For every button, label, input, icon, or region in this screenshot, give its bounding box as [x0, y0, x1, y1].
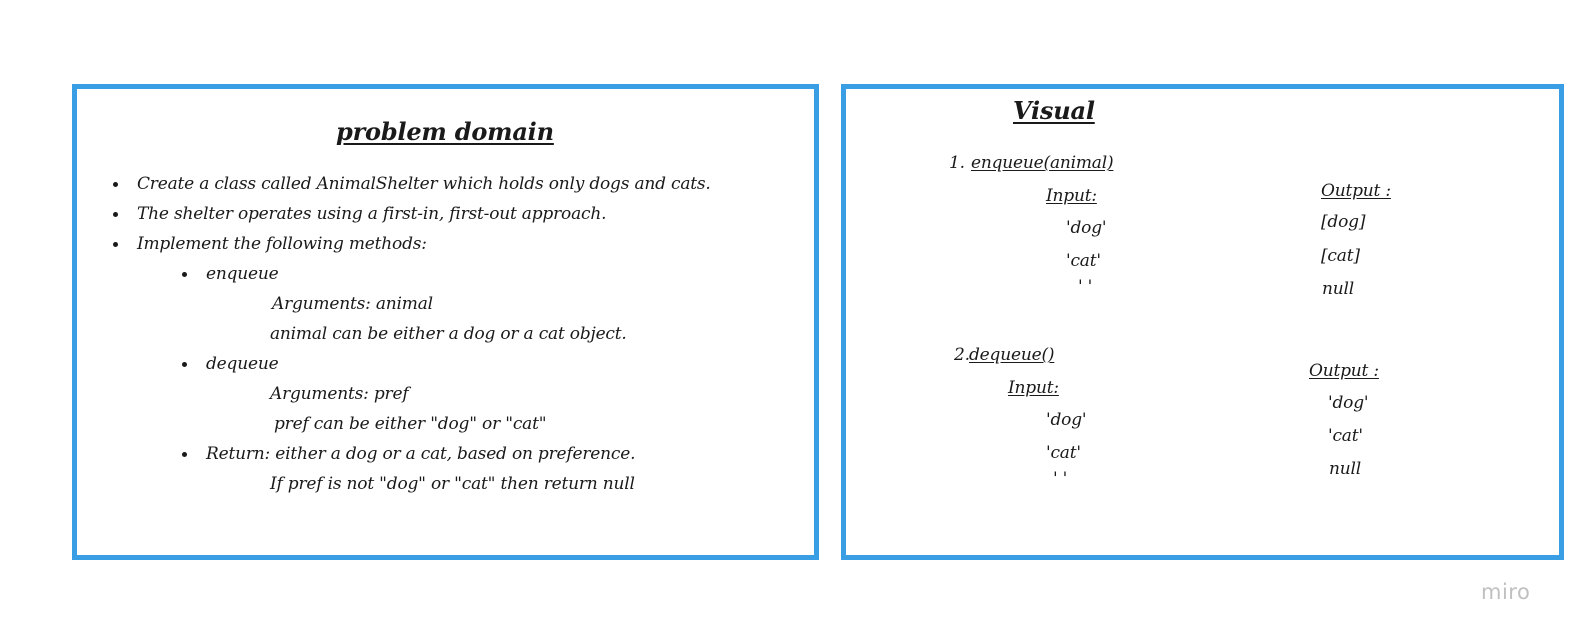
output-value: 'dog': [1328, 393, 1369, 413]
output-value: [dog]: [1321, 212, 1366, 232]
problem-domain-title: problem domain: [336, 117, 554, 146]
bullet-dot: [113, 182, 118, 187]
method-detail: animal can be either a dog or a cat obje…: [270, 324, 627, 344]
bullet-dot: [113, 212, 118, 217]
visual-title: Visual: [1013, 96, 1095, 125]
output-value: [cat]: [1321, 246, 1360, 266]
output-value: null: [1322, 279, 1354, 299]
input-value: 'dog': [1066, 218, 1107, 238]
method-name-enqueue: enqueue: [206, 264, 279, 284]
bullet-text: The shelter operates using a first-in, f…: [137, 204, 607, 224]
bullet-text: Implement the following methods:: [137, 234, 427, 254]
output-label: Output :: [1309, 361, 1379, 381]
bullet-text: Create a class called AnimalShelter whic…: [137, 174, 711, 194]
sub-bullet-dot: [182, 452, 187, 457]
method-detail: If pref is not "dog" or "cat" then retur…: [270, 474, 635, 494]
method-detail: Arguments: pref: [270, 384, 409, 404]
output-value: null: [1329, 459, 1361, 479]
section-title-enqueue: enqueue(animal): [971, 153, 1114, 173]
input-value: ' ': [1053, 469, 1068, 489]
sub-bullet-dot: [182, 362, 187, 367]
miro-logo: miro: [1481, 580, 1531, 604]
output-label: Output :: [1321, 181, 1391, 201]
input-label: Input:: [1046, 186, 1097, 206]
method-return: Return: either a dog or a cat, based on …: [206, 444, 636, 464]
section-number: 2.: [954, 345, 970, 365]
input-label: Input:: [1008, 378, 1059, 398]
input-value: ' ': [1078, 277, 1093, 297]
method-detail: Arguments: animal: [272, 294, 433, 314]
bullet-dot: [113, 242, 118, 247]
method-detail: pref can be either "dog" or "cat": [274, 414, 547, 434]
input-value: 'cat': [1046, 443, 1081, 463]
output-value: 'cat': [1328, 426, 1363, 446]
method-name-dequeue: dequeue: [206, 354, 279, 374]
sub-bullet-dot: [182, 272, 187, 277]
input-value: 'cat': [1066, 251, 1101, 271]
section-number: 1.: [949, 153, 965, 173]
input-value: 'dog': [1046, 410, 1087, 430]
section-title-dequeue: dequeue(): [969, 345, 1055, 365]
